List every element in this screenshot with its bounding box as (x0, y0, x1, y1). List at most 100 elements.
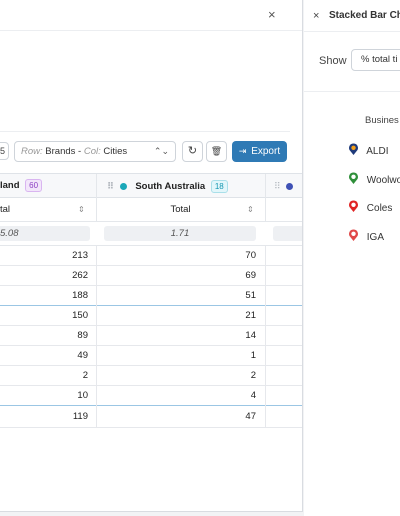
divider (0, 30, 302, 31)
cell-value: 21 (96, 306, 264, 326)
export-button[interactable]: ⇥ Export (232, 141, 287, 162)
cell-value: 49 (77, 350, 88, 361)
totals-row: 5.08 1.71 (0, 222, 302, 246)
cell-value (265, 246, 302, 266)
table-row[interactable]: 119 47 (0, 406, 302, 428)
subheader-label: tal (0, 204, 11, 215)
cell-value (265, 386, 302, 406)
drag-handle-icon[interactable]: ⠿ (107, 181, 114, 191)
cell-value: 89 (77, 330, 88, 341)
close-icon[interactable]: × (313, 10, 319, 22)
chevron-up-down-icon: ⌃⌄ (153, 146, 169, 156)
row-col-selector[interactable]: Row: Brands - Col: Cities ⌃⌄ (14, 141, 176, 162)
cell-value (265, 326, 302, 346)
legend-label: IGA (366, 232, 385, 243)
subheader-row: tal ⇕ Total ⇕ (0, 198, 302, 222)
cell-value: 69 (96, 266, 264, 286)
subheader-cell (265, 198, 302, 221)
separator: - (78, 146, 82, 157)
series-dot-icon (119, 182, 127, 190)
table-row[interactable]: 213 70 (0, 246, 302, 266)
column-header-label: South Australia (135, 181, 206, 192)
delete-button[interactable]: 🗑 (206, 141, 227, 162)
count-badge: 60 (25, 179, 43, 192)
refresh-button[interactable]: ↻ (182, 141, 203, 162)
divider (304, 91, 400, 92)
legend-label: Coles (366, 203, 393, 214)
cell-value: 119 (72, 411, 88, 422)
trash-icon: 🗑 (210, 146, 223, 156)
table-row[interactable]: 262 69 (0, 266, 302, 286)
cell-value: 2 (96, 366, 264, 386)
export-icon: ⇥ (238, 146, 247, 156)
column-header-row: land 60 ⠿ South Australia 18 ⠿ (0, 173, 302, 198)
divider (0, 131, 290, 132)
close-icon[interactable]: × (268, 8, 276, 22)
row-label: Row: (21, 146, 43, 157)
col-label: Col: (83, 146, 101, 157)
cell-value: 51 (96, 286, 264, 306)
sort-icon[interactable]: ⇕ (78, 198, 85, 221)
column-header-label: land (0, 180, 20, 191)
cell-value: 150 (72, 310, 88, 321)
pivot-table-panel: × 5 Row: Brands - Col: Cities ⌃⌄ ↻ 🗑 ⇥ E… (0, 0, 303, 512)
subheader-total[interactable]: tal ⇕ (0, 198, 95, 221)
divider (304, 31, 400, 32)
rows-count-button[interactable]: 5 (0, 142, 9, 160)
iga-logo-icon (349, 229, 358, 241)
refresh-icon: ↻ (187, 145, 198, 157)
data-rows: 213 70 262 69 188 51 150 21 89 14 49 1 22 10 4 … (0, 246, 302, 428)
cell-value (265, 406, 302, 428)
cell-value: 47 (96, 406, 264, 428)
cell-value (265, 306, 302, 326)
total-value: 5.08 (0, 226, 90, 241)
count-badge: 18 (210, 180, 228, 193)
cell-value: 70 (96, 246, 264, 266)
aldi-logo-icon (349, 143, 358, 155)
legend-title: Busines (365, 115, 399, 126)
woolworths-logo-icon (349, 172, 358, 184)
cell-value: 14 (96, 326, 264, 346)
cell-value: 262 (72, 270, 88, 281)
cell-value: 10 (77, 390, 88, 401)
cell-value: 4 (96, 386, 264, 406)
chart-settings-panel: × Stacked Bar Ch Show % total ti Busines… (304, 0, 400, 516)
drag-handle-icon[interactable]: ⠿ (274, 181, 281, 191)
legend-label: ALDI (366, 146, 389, 157)
legend-label: Woolwo (366, 175, 400, 186)
cell-value (265, 346, 302, 366)
table-row[interactable]: 188 51 (0, 286, 302, 306)
total-value (273, 226, 302, 241)
legend-item-iga[interactable]: IGA (348, 229, 384, 243)
show-label: Show (319, 55, 347, 67)
table-row[interactable]: 150 21 (0, 306, 302, 326)
show-select[interactable]: % total ti (351, 49, 400, 71)
series-dot-icon (286, 182, 294, 190)
legend-item-coles[interactable]: Coles (348, 200, 392, 214)
table-row[interactable]: 22 (0, 366, 302, 386)
export-label: Export (251, 146, 281, 157)
row-value: Brands (45, 146, 76, 157)
column-header-queensland[interactable]: land 60 (0, 174, 95, 198)
cell-value: 1 (96, 346, 264, 366)
subheader-label: Total (170, 204, 191, 215)
column-header-south-australia[interactable]: ⠿ South Australia 18 (96, 174, 264, 198)
table-row[interactable]: 10 4 (0, 386, 302, 406)
cell-value (265, 366, 302, 386)
column-header-next[interactable]: ⠿ (265, 174, 302, 198)
legend-item-woolworths[interactable]: Woolwo (348, 172, 400, 186)
cell-value (265, 286, 302, 306)
table-row[interactable]: 49 1 (0, 346, 302, 366)
table-row[interactable]: 89 14 (0, 326, 302, 346)
cell-value: 188 (72, 290, 88, 301)
sort-icon[interactable]: ⇕ (247, 198, 254, 221)
coles-logo-icon (349, 200, 358, 212)
legend-item-aldi[interactable]: ALDI (348, 143, 388, 157)
subheader-total[interactable]: Total ⇕ (96, 198, 264, 221)
pivot-toolbar: 5 Row: Brands - Col: Cities ⌃⌄ ↻ 🗑 ⇥ Exp… (0, 140, 302, 164)
cell-value: 2 (82, 370, 88, 381)
cell-value (265, 266, 302, 286)
panel-title: Stacked Bar Ch (329, 10, 400, 21)
cell-value: 213 (72, 250, 88, 261)
col-value: Cities (103, 146, 128, 157)
